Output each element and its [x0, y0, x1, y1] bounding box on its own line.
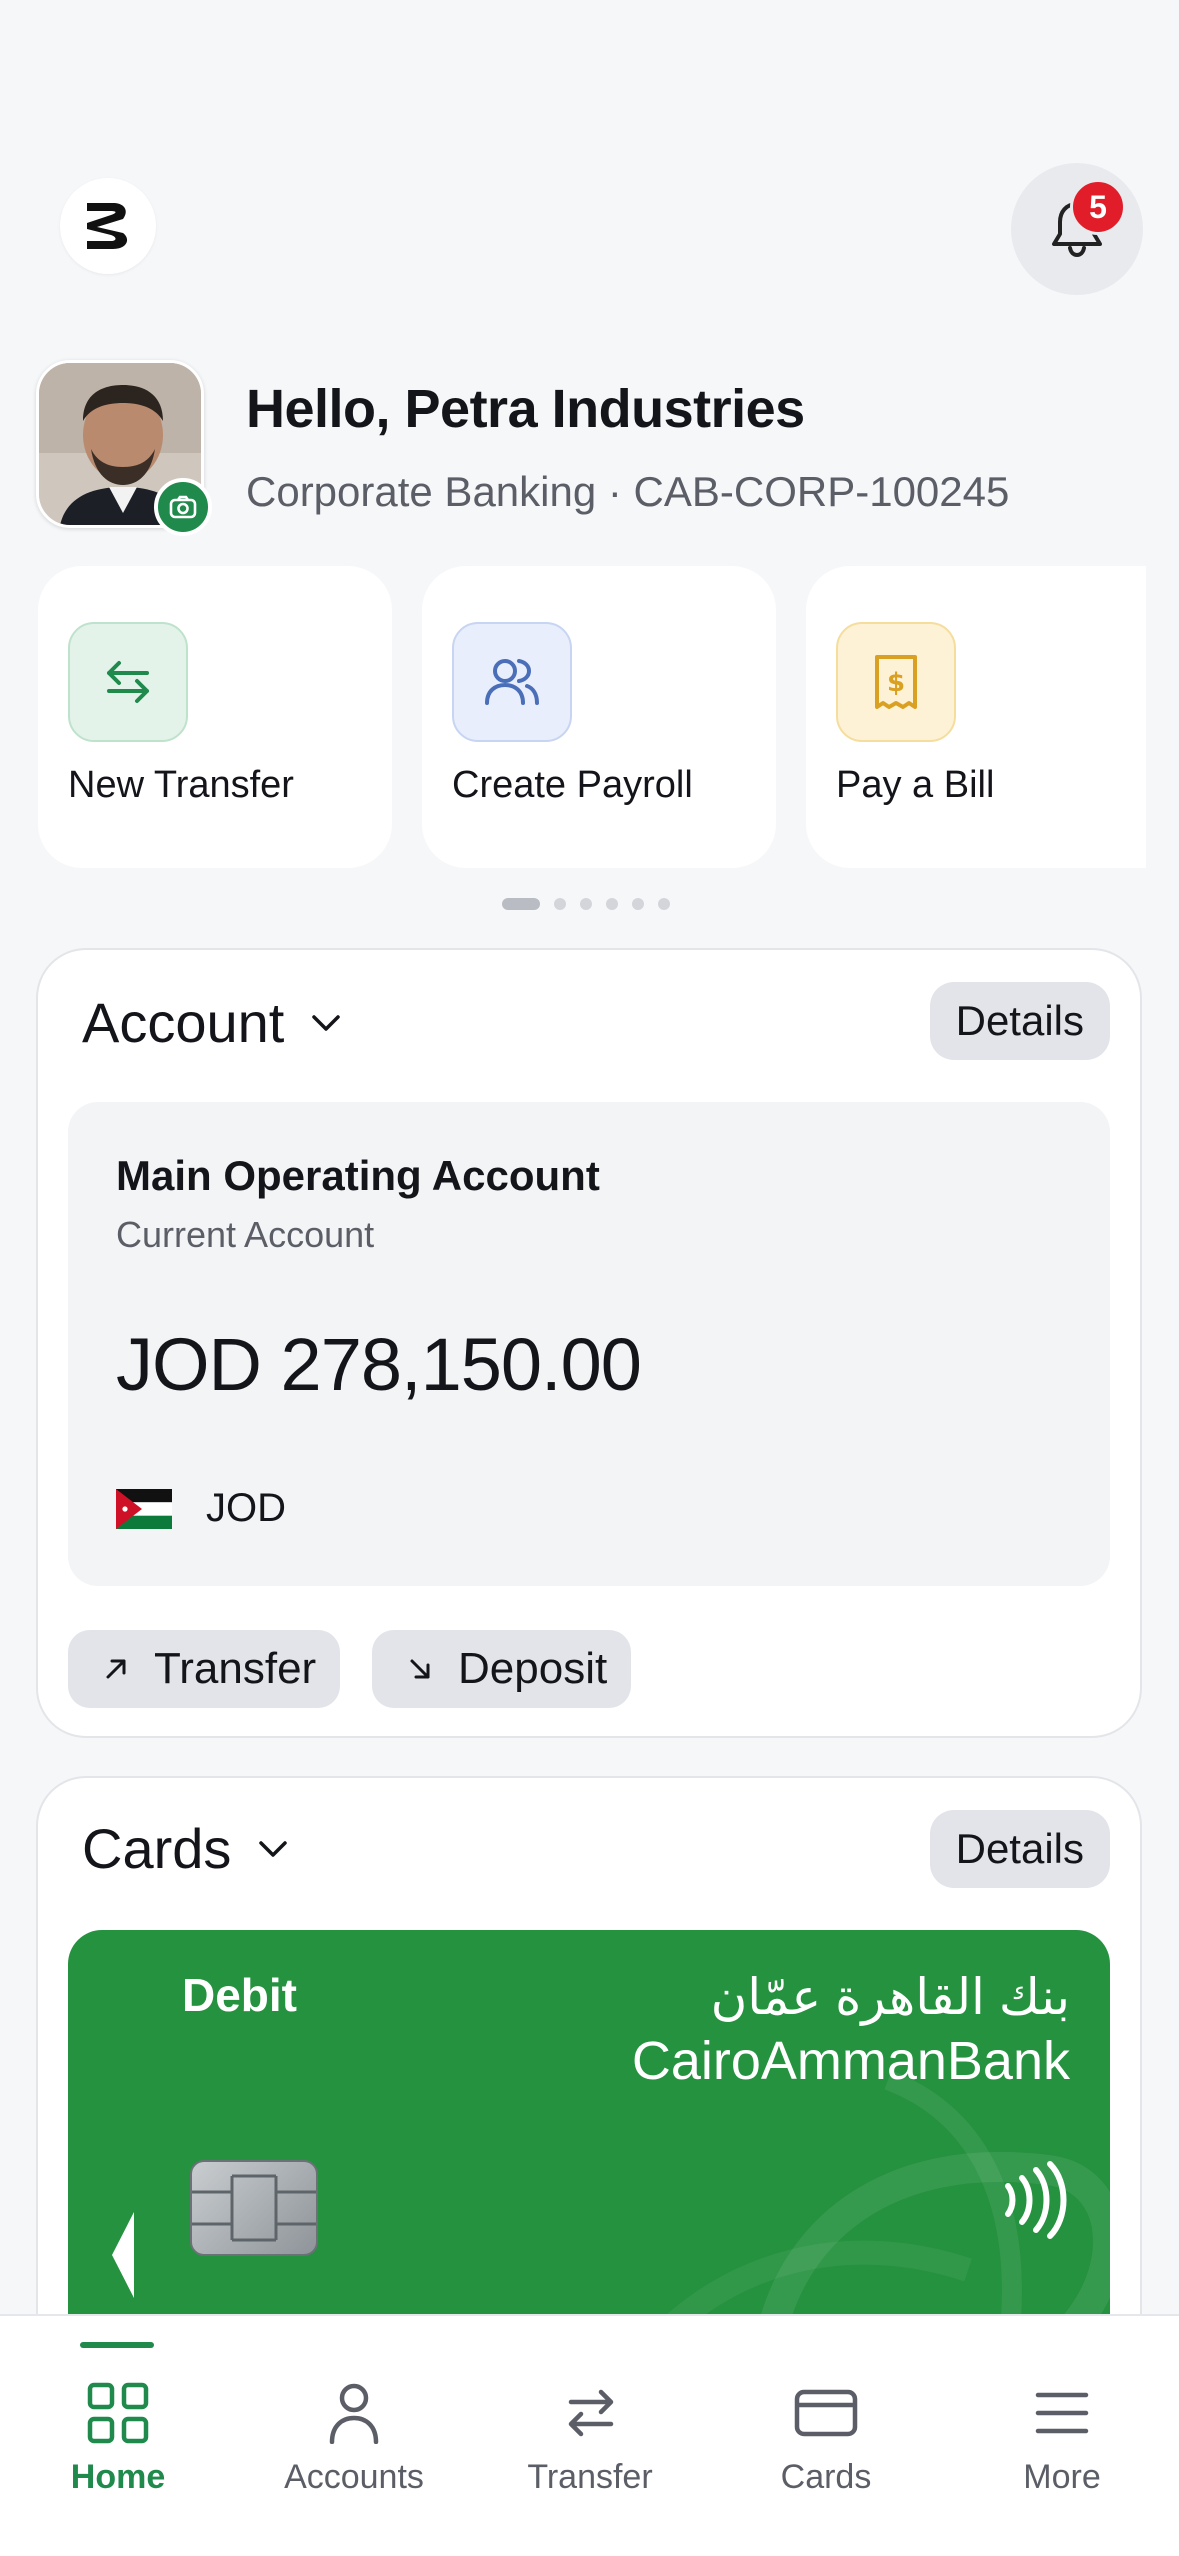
pager-dot [580, 898, 592, 910]
bank-logo-icon [87, 203, 128, 249]
bank-name-arabic: بنك القاهرة عمّان [710, 1969, 1070, 2025]
debit-card[interactable]: Debit بنك القاهرة عمّان CairoAmmanBank [68, 1930, 1110, 2350]
quick-action-label: Create Payroll [452, 764, 693, 806]
pager-dot [554, 898, 566, 910]
transfer-arrows-icon [563, 2378, 617, 2448]
menu-icon [1034, 2378, 1090, 2448]
card-carousel-prev-icon[interactable] [108, 2210, 138, 2300]
person-icon [328, 2378, 380, 2448]
account-section-title[interactable]: Account [82, 990, 342, 1055]
notifications-button[interactable] [1011, 163, 1143, 295]
card-chip-icon [190, 2160, 318, 2256]
account-type: Current Account [116, 1214, 375, 1255]
account-details-button[interactable]: Details [929, 982, 1110, 1060]
quick-action-label: Pay a Bill [836, 764, 995, 806]
bank-name-english: CairoAmmanBank [631, 2031, 1070, 2091]
quick-actions-pager [502, 898, 670, 910]
nav-label: Accounts [284, 2458, 424, 2496]
transfer-arrows-icon [107, 661, 149, 703]
bill-icon: $ [875, 655, 917, 709]
jordan-flag-icon [116, 1488, 172, 1529]
nav-home[interactable]: Home [0, 2316, 236, 2516]
deposit-button-label: Deposit [458, 1644, 608, 1693]
contactless-icon [1005, 2161, 1067, 2239]
nav-more[interactable]: More [944, 2316, 1179, 2516]
cards-title-text: Cards [82, 1817, 232, 1880]
quick-action-new-transfer[interactable]: New Transfer [38, 566, 392, 868]
nav-label: Transfer [527, 2458, 653, 2496]
card-icon [794, 2378, 858, 2448]
quick-action-label: New Transfer [68, 764, 294, 806]
chevron-down-icon [312, 1014, 341, 1031]
bottom-navigation: Home Accounts Transfer Cards More [0, 2314, 1179, 2556]
pager-dot-active [502, 898, 540, 910]
nav-transfer[interactable]: Transfer [472, 2316, 708, 2516]
quick-action-icon-box [68, 622, 188, 742]
home-grid-icon [86, 2378, 150, 2448]
arrow-down-right-icon [410, 1659, 430, 1679]
quick-action-pay-bill[interactable]: $ Pay a Bill [806, 566, 1146, 868]
card-type-label: Debit [182, 1969, 297, 2021]
camera-icon [169, 495, 197, 519]
account-title-text: Account [82, 991, 285, 1054]
bank-logo [60, 178, 156, 274]
quick-action-icon-box: $ [836, 622, 956, 742]
greeting-title: Hello, Petra Industries [246, 379, 805, 439]
pager-dot [606, 898, 618, 910]
pager-dot [658, 898, 670, 910]
nav-cards[interactable]: Cards [708, 2316, 944, 2516]
account-balance: JOD 278,150.00 [116, 1323, 642, 1406]
cards-section-title[interactable]: Cards [82, 1816, 289, 1881]
greeting-subtitle: Corporate Banking · CAB-CORP-100245 [246, 468, 1010, 515]
nav-label: More [1023, 2458, 1101, 2496]
svg-text:$: $ [887, 668, 905, 698]
chip-lines [192, 2174, 316, 2242]
cards-details-button[interactable]: Details [929, 1810, 1110, 1888]
quick-action-create-payroll[interactable]: Create Payroll [422, 566, 776, 868]
cards-section: Cards Details Debit بنك القاهرة عمّان Ca… [36, 1776, 1142, 2396]
transfer-button-label: Transfer [154, 1644, 317, 1693]
account-currency: JOD [116, 1486, 286, 1531]
transfer-button[interactable]: Transfer [68, 1630, 341, 1708]
quick-action-icon-box [452, 622, 572, 742]
pager-dot [632, 898, 644, 910]
arrow-up-right-icon [106, 1659, 126, 1679]
change-photo-button[interactable] [154, 478, 212, 536]
account-name: Main Operating Account [116, 1152, 600, 1199]
account-summary-card[interactable]: Main Operating Account Current Account J… [68, 1102, 1110, 1586]
nav-label: Cards [780, 2458, 872, 2496]
nav-active-indicator [80, 2342, 154, 2348]
users-icon [485, 659, 539, 705]
notification-count-badge: 5 [1070, 179, 1126, 235]
nav-accounts[interactable]: Accounts [236, 2316, 472, 2516]
chevron-down-icon [259, 1840, 288, 1857]
nav-label: Home [70, 2458, 166, 2496]
currency-code: JOD [206, 1486, 286, 1530]
account-section: Account Details Main Operating Account C… [36, 948, 1142, 1738]
deposit-button[interactable]: Deposit [372, 1630, 632, 1708]
